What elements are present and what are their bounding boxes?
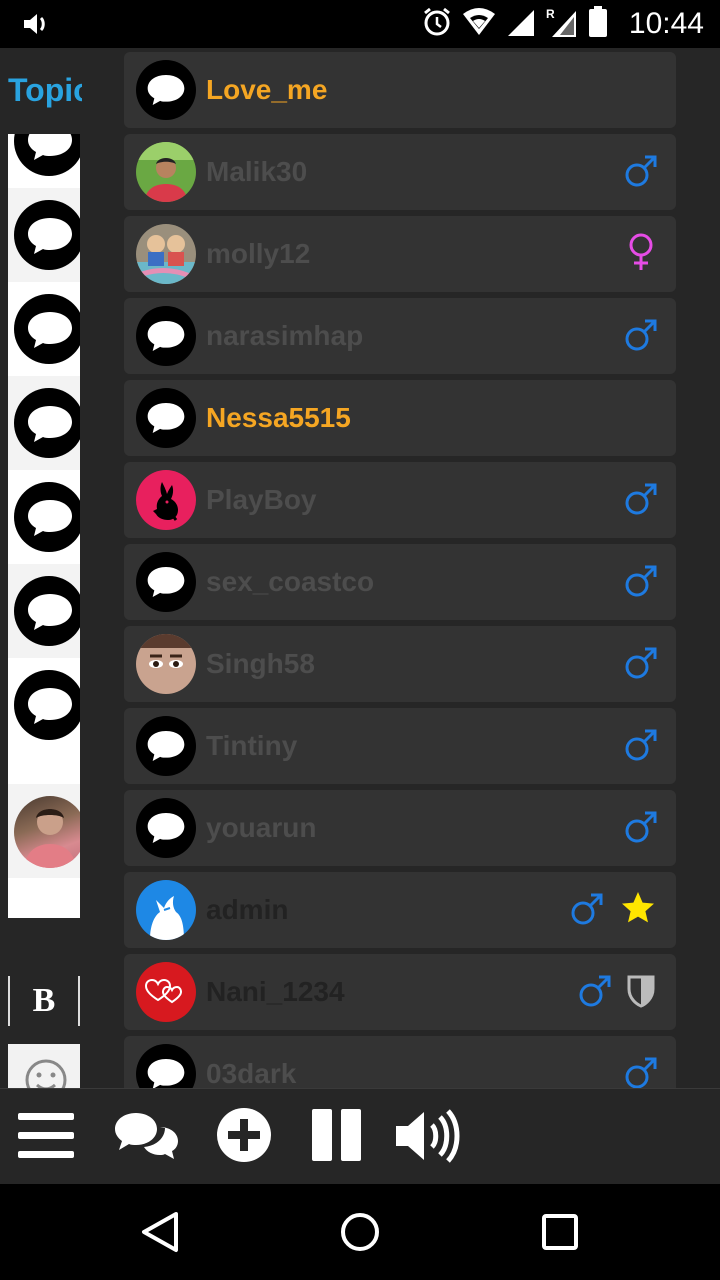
chat-bubble-icon <box>136 388 196 448</box>
topic-label[interactable]: Topic <box>8 72 82 109</box>
playboy-bunny-icon <box>136 470 196 530</box>
user-photo-avatar <box>136 224 196 284</box>
star-icon <box>620 890 656 931</box>
navigation-bar <box>0 1184 720 1280</box>
bottom-toolbar <box>0 1088 720 1185</box>
username: PlayBoy <box>206 484 317 515</box>
username: youarun <box>206 812 317 843</box>
chat-bubble-icon <box>14 134 80 176</box>
male-icon <box>624 810 658 849</box>
menu-icon[interactable] <box>18 1111 76 1166</box>
male-icon <box>624 564 658 603</box>
volume-icon[interactable] <box>396 1109 460 1168</box>
chat-bubble-icon <box>136 798 196 858</box>
user-row[interactable]: admin <box>124 872 676 948</box>
strip-row[interactable] <box>8 282 80 376</box>
user-row[interactable]: Nani_1234 <box>124 954 676 1030</box>
chat-bubble-icon <box>136 716 196 776</box>
strip-row[interactable] <box>8 134 80 188</box>
user-row[interactable]: Nessa5515 <box>124 380 676 456</box>
male-icon <box>578 974 612 1013</box>
user-photo-avatar <box>136 634 196 694</box>
chat-bubble-icon <box>14 482 80 552</box>
male-icon <box>624 728 658 767</box>
shield-icon <box>626 974 656 1013</box>
roaming-signal-icon: R <box>546 7 578 42</box>
hearts-avatar <box>136 962 196 1022</box>
username: 03dark <box>206 1058 297 1088</box>
user-row[interactable]: sex_coastco <box>124 544 676 620</box>
recent-apps-icon[interactable] <box>542 1214 578 1255</box>
user-photo-avatar <box>14 796 80 868</box>
username: Singh58 <box>206 648 315 679</box>
strip-row[interactable] <box>8 376 80 470</box>
wifi-icon <box>462 7 496 41</box>
username: Nessa5515 <box>206 402 351 433</box>
volume-icon <box>22 12 50 41</box>
strip-row[interactable] <box>8 188 80 282</box>
status-bar: R 10:44 <box>0 0 720 48</box>
bold-button[interactable]: B <box>8 976 80 1026</box>
user-row[interactable]: Malik30 <box>124 134 676 210</box>
male-icon <box>624 1056 658 1088</box>
pause-icon[interactable] <box>312 1109 362 1166</box>
left-panel: Topic B <box>0 48 110 1120</box>
male-icon <box>624 482 658 521</box>
user-row[interactable]: Tintiny <box>124 708 676 784</box>
chat-bubble-icon <box>14 200 80 270</box>
male-icon <box>624 318 658 357</box>
user-row[interactable]: Love_me <box>124 52 676 128</box>
strip-row[interactable] <box>8 658 80 752</box>
chat-bubble-icon <box>14 576 80 646</box>
clock-time: 10:44 <box>628 7 704 40</box>
username: Love_me <box>206 74 328 105</box>
username: Nani_1234 <box>206 976 345 1007</box>
alarm-icon <box>422 7 452 42</box>
chat-bubble-icon <box>136 552 196 612</box>
strip-row[interactable] <box>8 564 80 658</box>
status-icons: R <box>422 5 608 43</box>
strip-row[interactable] <box>8 784 80 878</box>
username: sex_coastco <box>206 566 375 597</box>
chat-bubble-icon <box>14 388 80 458</box>
male-icon <box>570 892 604 931</box>
battery-icon <box>588 5 608 43</box>
user-row[interactable]: 03dark <box>124 1036 676 1088</box>
username: Malik30 <box>206 156 308 187</box>
add-icon[interactable] <box>216 1107 272 1168</box>
chat-bubble-icon <box>136 306 196 366</box>
chat-bubble-icon <box>136 60 196 120</box>
female-icon <box>626 232 656 277</box>
svg-text:R: R <box>546 7 555 21</box>
signal-icon <box>506 8 536 41</box>
username: admin <box>206 894 289 925</box>
male-icon <box>624 154 658 193</box>
user-list[interactable]: Love_me Malik30 molly12 narasimhap Nessa… <box>124 52 676 1088</box>
username: Tintiny <box>206 730 298 761</box>
user-row[interactable]: narasimhap <box>124 298 676 374</box>
username: molly12 <box>206 238 311 269</box>
user-row[interactable]: PlayBoy <box>124 462 676 538</box>
user-photo-avatar <box>136 142 196 202</box>
strip-row[interactable] <box>8 470 80 564</box>
home-icon[interactable] <box>340 1212 380 1257</box>
chat-bubble-icon <box>14 670 80 740</box>
username: narasimhap <box>206 320 364 351</box>
wolf-avatar <box>136 880 196 940</box>
user-row[interactable]: Singh58 <box>124 626 676 702</box>
user-row[interactable]: molly12 <box>124 216 676 292</box>
message-strip[interactable] <box>8 134 80 918</box>
back-icon[interactable] <box>140 1210 180 1259</box>
chat-icon[interactable] <box>112 1109 182 1170</box>
chat-bubble-icon <box>14 294 80 364</box>
user-row[interactable]: youarun <box>124 790 676 866</box>
male-icon <box>624 646 658 685</box>
chat-bubble-icon <box>136 1044 196 1088</box>
